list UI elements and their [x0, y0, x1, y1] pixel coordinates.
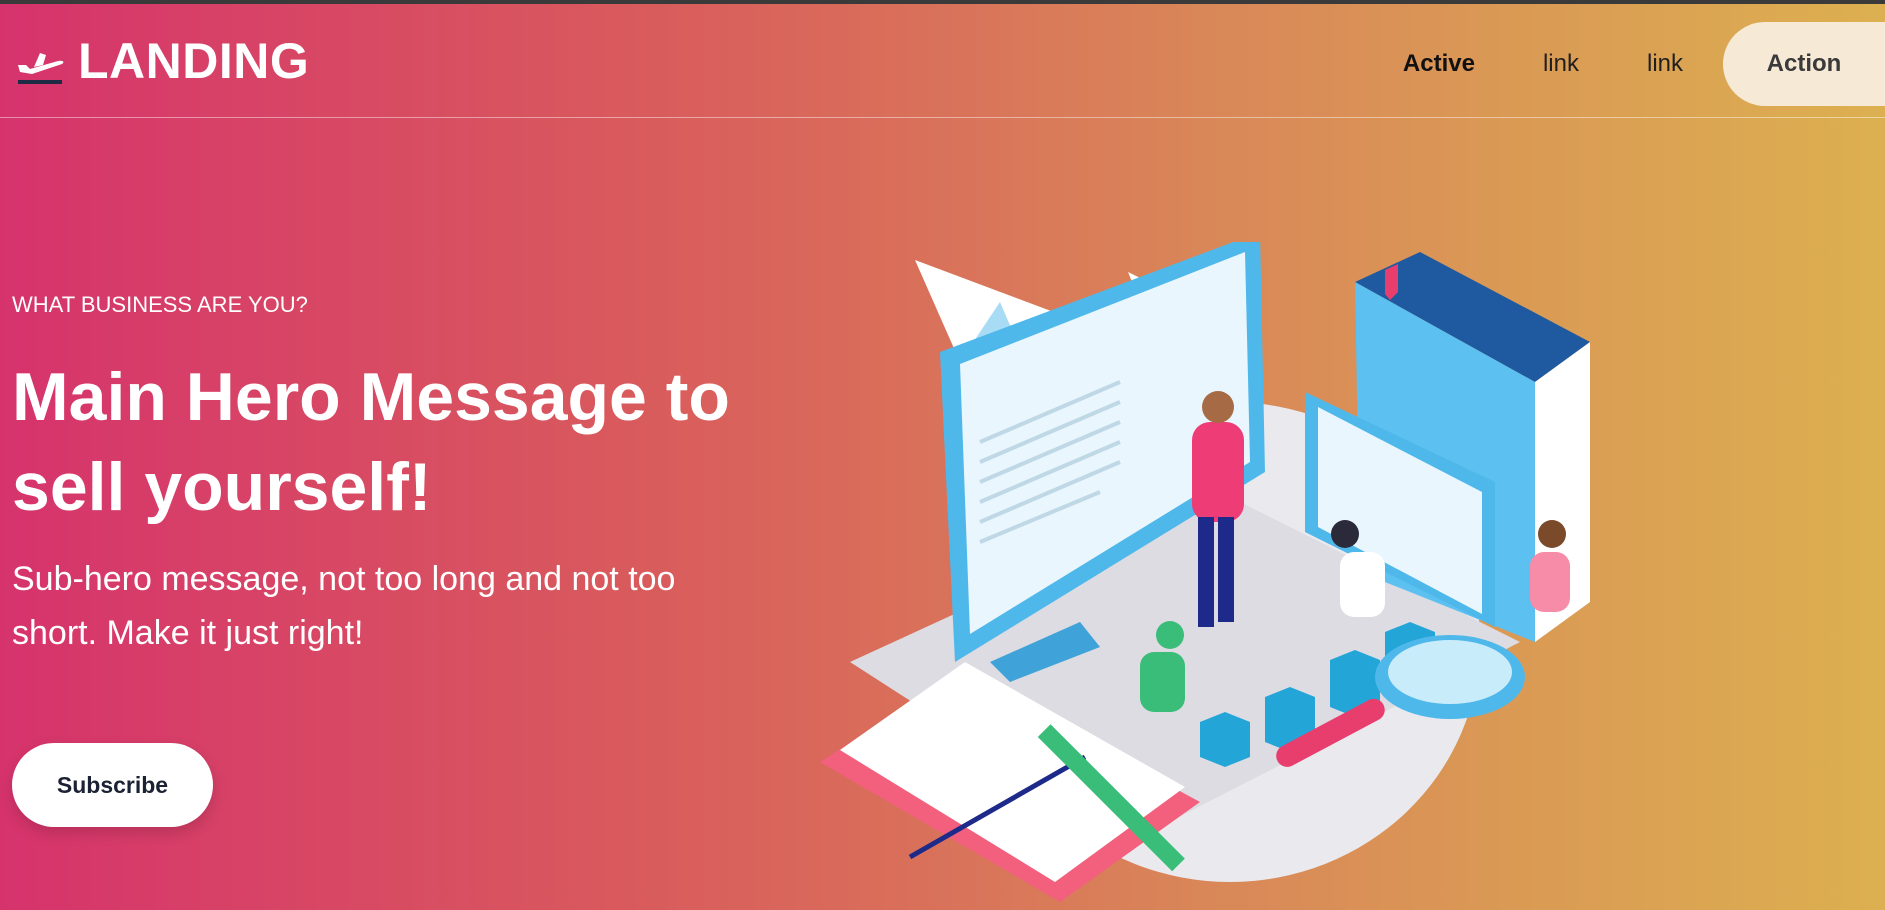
person-green [1140, 652, 1185, 712]
hero-eyebrow: WHAT BUSINESS ARE YOU? [12, 292, 308, 317]
subscribe-button[interactable]: Subscribe [12, 743, 213, 827]
person-book [1530, 552, 1570, 612]
hero-title: Main Hero Message to sell yourself! [12, 359, 730, 525]
nav-link-active[interactable]: Active [1403, 50, 1475, 78]
nav-links: Active link link Action [1403, 22, 1885, 106]
logo[interactable]: LANDING [16, 32, 309, 90]
nav-link-1[interactable]: link [1543, 50, 1579, 78]
action-button[interactable]: Action [1723, 22, 1885, 106]
plane-icon [18, 53, 64, 84]
person-tablet [1340, 552, 1385, 617]
person-standing [1192, 422, 1244, 522]
stool-shape [1200, 712, 1250, 767]
hero-subtitle: Sub-hero message, not too long and not t… [12, 560, 676, 652]
nav-link-2[interactable]: link [1647, 50, 1683, 78]
hero-illustration [820, 242, 1590, 902]
logo-text: LANDING [78, 33, 310, 89]
navbar: LANDING Active link link Action [0, 4, 1885, 118]
landing-page: LANDING Active link link Action WHAT BUS… [0, 0, 1885, 910]
